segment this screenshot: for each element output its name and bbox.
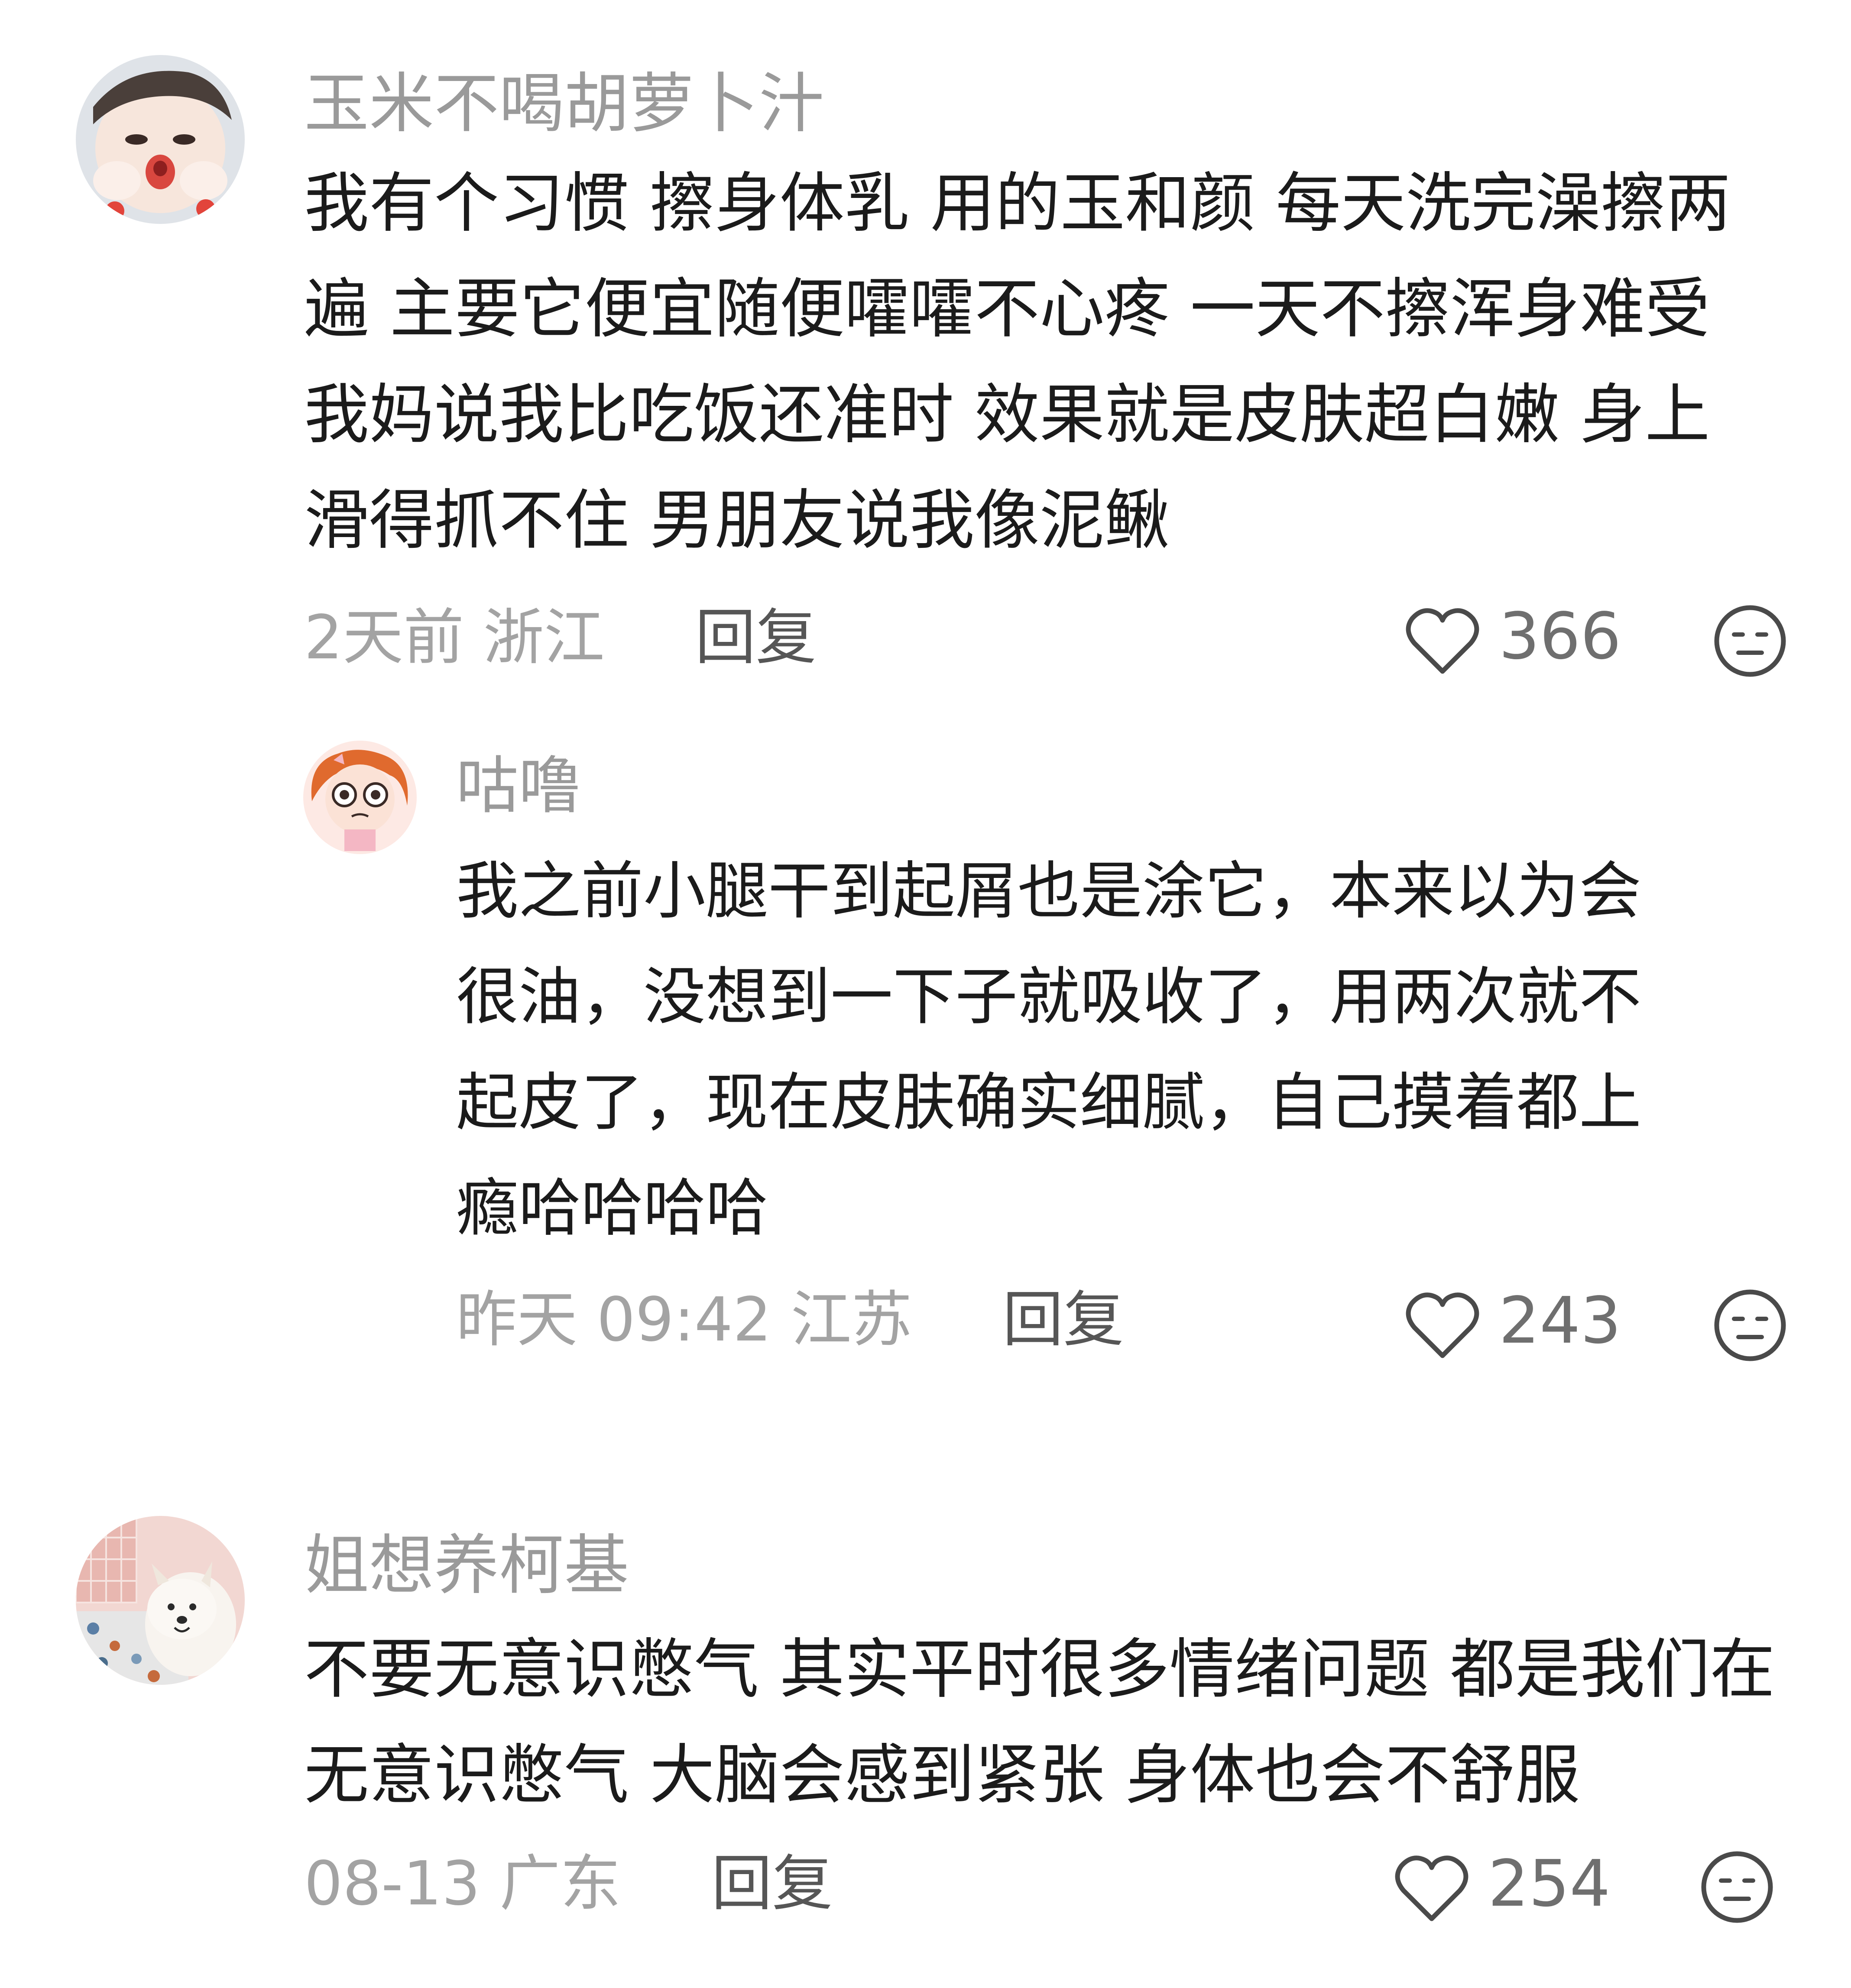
heart-outline-icon bbox=[1395, 1855, 1468, 1921]
neutral-face-icon bbox=[1701, 1851, 1773, 1923]
comment-text-line: 不要无意识憋气 其实平时很多情绪问题 都是我们在 bbox=[304, 1632, 1775, 1707]
comment-item: 姐想养柯基 不要无意识憋气 其实平时很多情绪问题 都是我们在 无意识憋气 大脑会… bbox=[0, 0, 1851, 1988]
username[interactable]: 姐想养柯基 bbox=[304, 1533, 629, 1598]
comment-list: 玉米不喝胡萝卜汁 我有个习惯 擦身体乳 用的玉和颜 每天洗完澡擦两 遍 主要它便… bbox=[0, 0, 1851, 1988]
time-location: 08-13 广东 bbox=[304, 1849, 621, 1919]
reply-button[interactable]: 回复 bbox=[711, 1849, 833, 1919]
like-button[interactable]: 254 bbox=[1395, 1852, 1611, 1925]
dislike-button[interactable] bbox=[1700, 1850, 1774, 1924]
comment-text-line: 无意识憋气 大脑会感到紧张 身体也会不舒服 bbox=[304, 1738, 1580, 1813]
white-dog-avatar-icon bbox=[76, 1516, 245, 1685]
comment-text: 不要无意识憋气 其实平时很多情绪问题 都是我们在 无意识憋气 大脑会感到紧张 身… bbox=[304, 1637, 1775, 1849]
comment-meta: 08-13 广东 回复 bbox=[304, 1854, 833, 1914]
like-count: 254 bbox=[1488, 1846, 1611, 1921]
user-avatar[interactable] bbox=[76, 1516, 245, 1685]
